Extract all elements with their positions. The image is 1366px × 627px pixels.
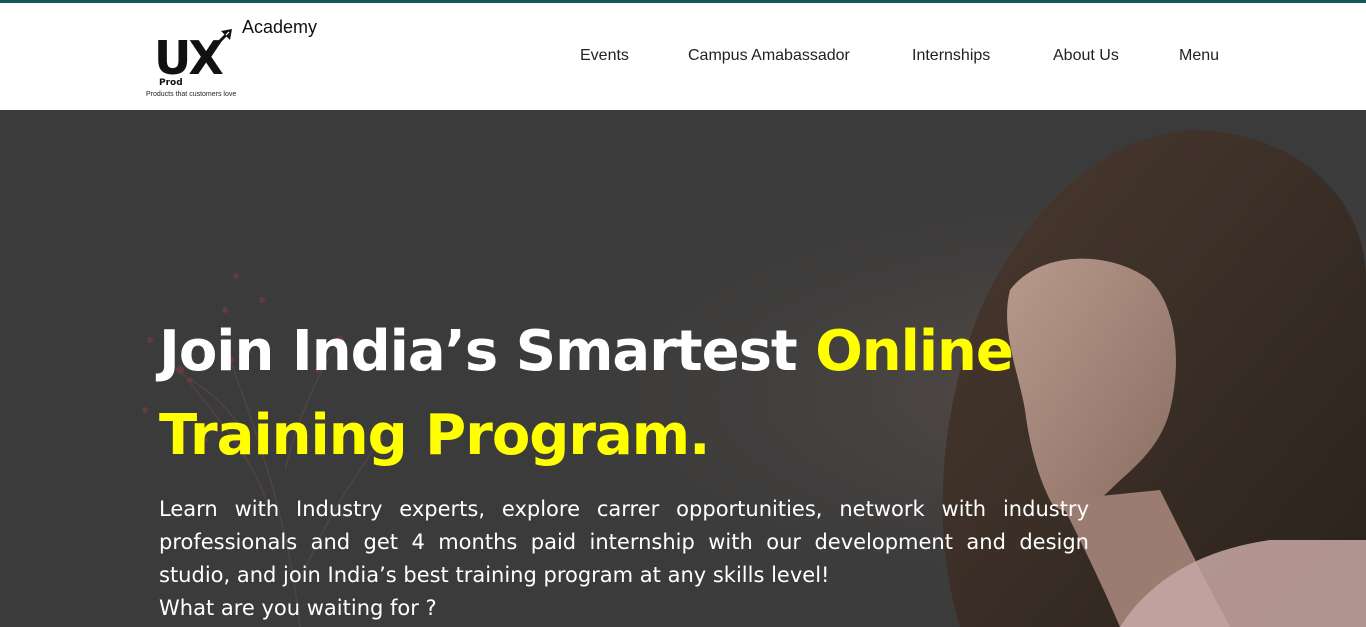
hero-title: Join India’s Smartest Online Training Pr… <box>159 310 1059 478</box>
nav-item-campus-ambassador[interactable]: Campus Amabassador <box>688 47 850 65</box>
hero-title-accent-training: Training Program. <box>159 403 710 468</box>
nav-item-events[interactable]: Events <box>580 47 629 65</box>
site-header: UX Prod Academy Products that customers … <box>0 3 1366 110</box>
main-nav: Events Campus Amabassador Internships Ab… <box>0 47 1366 71</box>
hero-section: Join India’s Smartest Online Training Pr… <box>0 110 1366 627</box>
nav-item-about-us[interactable]: About Us <box>1053 47 1119 65</box>
hero-description: Learn with Industry experts, explore car… <box>159 497 1089 587</box>
nav-item-menu[interactable]: Menu <box>1179 47 1219 65</box>
hero-title-accent-online: Online <box>815 319 1014 384</box>
hero-question: What are you waiting for ? <box>159 596 437 620</box>
nav-item-internships[interactable]: Internships <box>912 47 990 65</box>
logo-prod-label: Prod <box>158 78 184 88</box>
logo-academy-label: Academy <box>242 17 318 37</box>
hero-title-white: Join India’s Smartest <box>159 319 816 384</box>
logo-tagline: Products that customers love <box>146 91 237 98</box>
